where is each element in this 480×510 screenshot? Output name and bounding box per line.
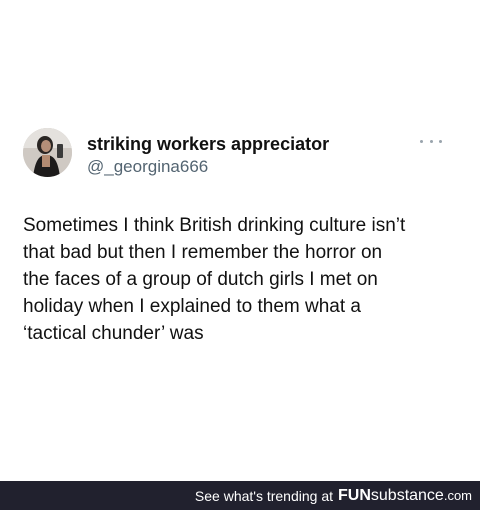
display-name[interactable]: striking workers appreciator (87, 134, 329, 155)
tweet-line: the faces of a group of dutch girls I me… (23, 269, 378, 290)
avatar-photo (23, 128, 72, 177)
dot (429, 139, 433, 143)
brand-fun: FUN (338, 486, 371, 504)
dot (439, 139, 442, 143)
brand-domain: .com (443, 487, 472, 503)
tweet-line: holiday when I explained to them what a (23, 296, 361, 317)
tweet-text: Sometimes I think British drinking cultu… (23, 212, 463, 347)
user-handle[interactable]: @_georgina666 (87, 157, 208, 177)
more-horizontal-icon[interactable] (420, 134, 442, 148)
tweet-line: Sometimes I think British drinking cultu… (23, 215, 406, 236)
dot (420, 139, 423, 143)
tweet-line: ‘tactical chunder’ was (23, 323, 204, 344)
tweet-card: striking workers appreciator @_georgina6… (0, 0, 480, 481)
funsubstance-link[interactable]: FUNsubstance.com (338, 487, 472, 505)
brand-substance: substance (370, 486, 444, 504)
avatar[interactable] (23, 128, 72, 177)
watermark-footer: See what's trending at FUNsubstance.com (0, 481, 480, 510)
tweet-line: that bad but then I remember the horror … (23, 242, 383, 263)
trending-text: See what's trending at (194, 487, 333, 504)
